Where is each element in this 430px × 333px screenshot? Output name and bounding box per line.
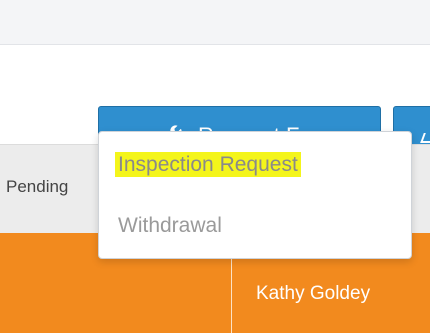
menu-item-inspection-request[interactable]: Inspection Request xyxy=(115,152,301,177)
request-for-dropdown-menu: Inspection Request Withdrawal xyxy=(98,131,412,259)
column-header-pending[interactable]: Pending xyxy=(6,177,96,197)
toolbar: Request For xyxy=(0,45,430,165)
top-bar xyxy=(0,0,430,45)
menu-item-inspection-request-label: Inspection Request xyxy=(115,152,301,177)
cell-assignee-name: Kathy Goldey xyxy=(256,283,371,304)
menu-item-withdrawal-label: Withdrawal xyxy=(118,214,222,237)
secondary-action-icon xyxy=(420,133,430,143)
menu-item-withdrawal[interactable]: Withdrawal xyxy=(118,214,222,238)
